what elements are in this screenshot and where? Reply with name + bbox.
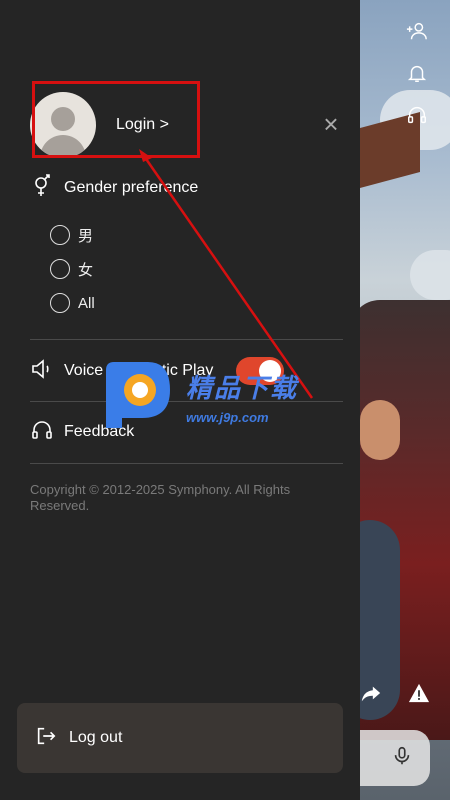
add-user-icon[interactable]	[404, 18, 430, 44]
radio-button[interactable]	[50, 259, 70, 279]
gender-preference-title: Gender preference	[30, 173, 198, 203]
divider	[30, 401, 343, 402]
speaker-icon	[30, 357, 64, 386]
radio-button[interactable]	[50, 225, 70, 245]
close-icon[interactable]: ×	[320, 111, 342, 137]
radio-button[interactable]	[50, 293, 70, 313]
voice-autoplay-toggle[interactable]	[236, 357, 284, 385]
feedback-row[interactable]: Feedback	[30, 420, 134, 444]
gender-icon	[30, 173, 64, 203]
headset-icon[interactable]	[404, 102, 430, 128]
annotation-highlight-box	[32, 81, 200, 158]
gender-option-male[interactable]: 男	[50, 224, 93, 246]
bell-icon[interactable]	[404, 60, 430, 86]
logout-button[interactable]: Log out	[17, 703, 343, 773]
copyright-text: Copyright © 2012-2025 Symphony. All Righ…	[30, 482, 291, 513]
divider	[30, 339, 343, 340]
gender-option-female[interactable]: 女	[50, 258, 93, 280]
headset-icon	[30, 418, 64, 447]
logout-icon	[35, 725, 69, 752]
voice-input-pill[interactable]	[360, 730, 430, 786]
share-icon[interactable]	[358, 680, 384, 706]
voice-autoplay-row: Voice Automatic Play	[30, 357, 213, 386]
gender-option-all[interactable]: All	[50, 292, 95, 314]
divider	[30, 463, 343, 464]
warning-icon[interactable]	[404, 678, 434, 708]
microphone-icon	[391, 745, 413, 772]
